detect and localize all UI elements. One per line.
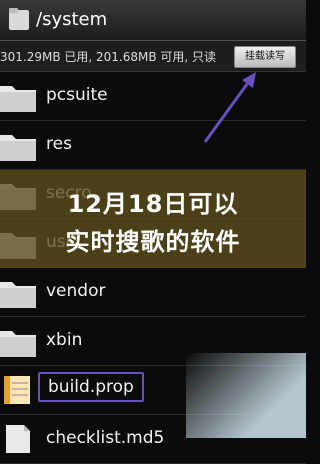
banner-line-1: 12月18日可以 bbox=[67, 190, 239, 218]
text-file-icon bbox=[4, 376, 30, 404]
overlay-banner: 12月18日可以 实时搜歌的软件 bbox=[0, 170, 306, 268]
file-name: build.prop bbox=[38, 372, 144, 402]
storage-info-bar: 301.29MB 已用, 201.68MB 可用, 只读 挂载读写 bbox=[0, 41, 306, 72]
banner-line-2: 实时搜歌的软件 bbox=[65, 228, 241, 256]
file-name: res bbox=[46, 134, 72, 154]
file-name: pcsuite bbox=[46, 85, 108, 105]
title-bar: /system bbox=[0, 0, 306, 41]
folder-icon bbox=[0, 135, 36, 161]
list-item[interactable]: res bbox=[0, 121, 306, 170]
folder-icon bbox=[0, 86, 36, 112]
folder-icon bbox=[0, 331, 36, 357]
list-item[interactable]: vendor bbox=[0, 268, 306, 317]
file-icon bbox=[6, 425, 30, 453]
list-item[interactable]: pcsuite bbox=[0, 72, 306, 121]
folder-app-icon bbox=[9, 8, 29, 30]
current-path: /system bbox=[36, 9, 108, 30]
watermark-decoration bbox=[186, 353, 306, 438]
file-name: vendor bbox=[46, 281, 106, 301]
file-name: xbin bbox=[46, 330, 83, 350]
mount-rw-button[interactable]: 挂载读写 bbox=[234, 46, 296, 68]
file-name: checklist.md5 bbox=[46, 428, 165, 448]
folder-icon bbox=[0, 282, 36, 308]
storage-info: 301.29MB 已用, 201.68MB 可用, 只读 bbox=[0, 50, 217, 64]
